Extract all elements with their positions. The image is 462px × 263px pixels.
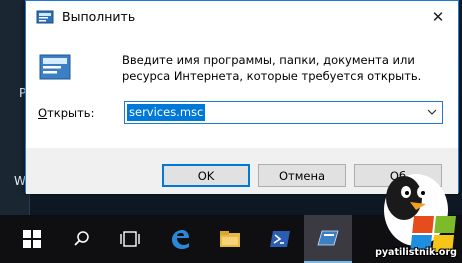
taskbar-run[interactable] [304, 215, 352, 263]
close-button[interactable]: ✕ [418, 1, 458, 33]
task-view-icon [120, 231, 140, 247]
taskbar-search[interactable] [58, 215, 106, 263]
open-label-accelerator: О [38, 106, 48, 120]
run-icon [39, 54, 71, 80]
taskbar-edge[interactable] [156, 215, 204, 263]
chevron-down-icon[interactable] [425, 105, 439, 120]
close-icon: ✕ [431, 8, 445, 26]
taskbar-task-view[interactable] [106, 215, 154, 263]
folder-icon [220, 231, 240, 247]
powershell-icon [270, 231, 290, 247]
dialog-description: Введите имя программы, папки, документа … [122, 53, 422, 83]
taskbar-start[interactable] [8, 215, 56, 263]
edge-browser-icon [172, 230, 189, 249]
taskbar-file-explorer[interactable] [206, 215, 254, 263]
ok-button[interactable]: OK [162, 164, 250, 187]
windows-start-icon [23, 230, 41, 248]
open-input[interactable]: services.msc [127, 104, 206, 121]
title-bar[interactable]: Выполнить ✕ [26, 1, 458, 33]
run-taskbar-icon [317, 230, 339, 246]
taskbar-powershell[interactable] [256, 215, 304, 263]
search-icon [74, 231, 89, 246]
open-combobox[interactable]: services.msc [124, 101, 443, 124]
run-dialog: Выполнить ✕ Введите имя программы, папки… [25, 0, 459, 194]
open-label: Открыть: [38, 106, 94, 120]
watermark-text: pyatilistnik.org [375, 247, 457, 258]
run-app-icon [36, 10, 54, 24]
cancel-button[interactable]: Отмена [258, 164, 346, 187]
window-title: Выполнить [62, 9, 136, 24]
dialog-body: Введите имя программы, папки, документа … [26, 33, 458, 148]
open-label-text: ткрыть: [47, 106, 95, 120]
